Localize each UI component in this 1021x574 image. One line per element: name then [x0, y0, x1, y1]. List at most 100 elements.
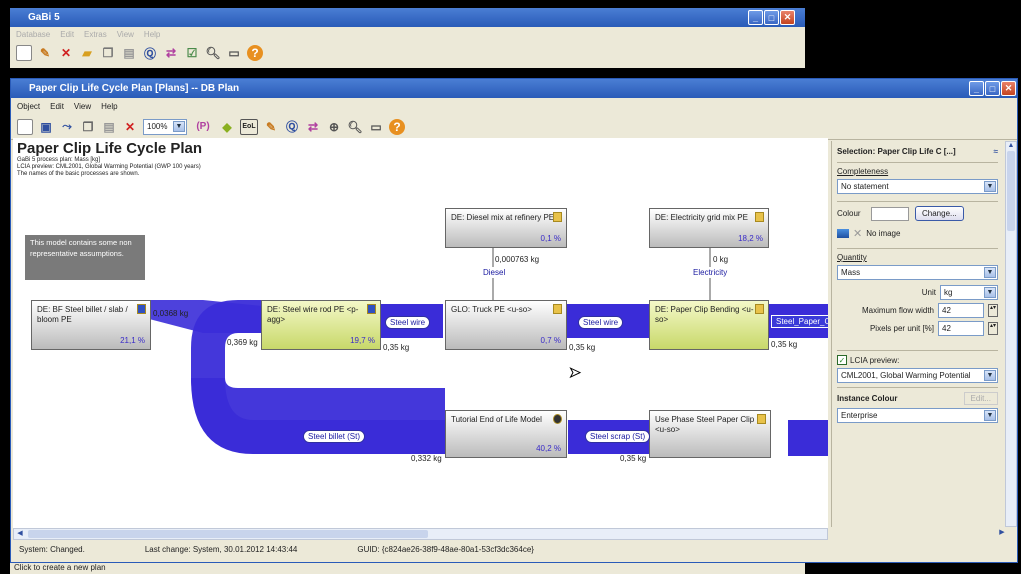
vertical-scrollbar[interactable]: ▲ [1005, 141, 1017, 527]
menu-edit[interactable]: Edit [60, 30, 74, 39]
flow-label-steel-wire-1[interactable]: Steel wire [385, 316, 431, 329]
process-icon[interactable]: (P) [192, 119, 214, 135]
spinner-icon[interactable]: ▴▾ [988, 304, 998, 317]
print-plan-icon[interactable]: ▭ [368, 119, 384, 135]
process-use-phase[interactable]: Use Phase Steel Paper Clip <u-so> [649, 410, 771, 458]
lcia-select[interactable]: CML2001, Global Warming Potential ▼ [837, 368, 998, 383]
status-system: System: Changed. [19, 544, 85, 554]
connect-icon[interactable]: ⤳ [59, 119, 75, 135]
flow-label-steel-scrap[interactable]: Steel scrap (St) [585, 430, 651, 443]
colour-swatch[interactable] [871, 206, 909, 221]
zoom-select[interactable]: 100% ▼ [143, 118, 187, 135]
process-bf-steel[interactable]: DE: BF Steel billet / slab / bloom PE 21… [31, 300, 151, 350]
delete-icon[interactable]: ✕ [58, 45, 74, 61]
flow-label-diesel[interactable]: Diesel [479, 267, 510, 278]
edit-icon[interactable]: ✎ [37, 45, 53, 61]
plan-minimize-button[interactable]: _ [969, 81, 984, 96]
instance-label: Instance Colour [837, 394, 898, 403]
change-colour-button[interactable]: Change... [915, 206, 964, 221]
process-bending[interactable]: DE: Paper Clip Bending <u-so> [649, 300, 769, 350]
plan-close-button[interactable]: ✕ [1001, 81, 1016, 96]
process-wire-rod[interactable]: DE: Steel wire rod PE <p-agg> 19,7 % [261, 300, 381, 350]
scroll-thumb[interactable] [28, 530, 428, 538]
flow-label-steel-billet[interactable]: Steel billet (St) [303, 430, 366, 443]
scroll-v-thumb[interactable] [1007, 151, 1015, 231]
flow-label-electricity[interactable]: Electricity [689, 267, 732, 278]
query-plan-icon[interactable]: Ⓠ [284, 119, 300, 135]
query-icon[interactable]: Ⓠ [142, 45, 158, 61]
process-truck[interactable]: GLO: Truck PE <u-so> 0,7 % [445, 300, 567, 350]
comment-icon[interactable]: ◆ [219, 119, 235, 135]
chart-icon[interactable]: ☑ [184, 45, 200, 61]
lcia-checkbox[interactable]: ✓ [837, 355, 847, 365]
copy-plan-icon[interactable]: ❐ [80, 119, 96, 135]
process-eol[interactable]: Tutorial End of Life Model 40,2 % [445, 410, 567, 458]
horizontal-scrollbar[interactable]: ◀ [13, 528, 828, 540]
process-plan-icon [367, 304, 376, 314]
main-close-button[interactable]: ✕ [780, 10, 795, 25]
process-name: Tutorial End of Life Model [451, 415, 542, 424]
scroll-right-icon[interactable]: ▶ [996, 528, 1008, 540]
plan-canvas[interactable]: Paper Clip Life Cycle Plan GaBi 5 proces… [13, 138, 828, 528]
main-maximize-button[interactable]: □ [764, 10, 779, 25]
menu-plan-edit[interactable]: Edit [50, 102, 64, 111]
menu-extras[interactable]: Extras [84, 30, 107, 39]
process-plan-icon [553, 212, 562, 222]
copy-icon[interactable]: ❐ [100, 45, 116, 61]
print-icon[interactable]: ▭ [226, 45, 242, 61]
new-plan-icon[interactable] [17, 118, 33, 135]
edit-button[interactable]: Edit... [963, 392, 998, 405]
paste-icon[interactable]: ▤ [121, 45, 137, 61]
quantity-select[interactable]: Mass ▼ [837, 265, 998, 280]
flow-label-steel-wire-2[interactable]: Steel wire [578, 316, 624, 329]
new-icon[interactable] [16, 45, 32, 61]
menu-plan-help[interactable]: Help [101, 102, 117, 111]
chevron-down-icon: ▼ [173, 120, 185, 132]
plan-maximize-button[interactable]: □ [985, 81, 1000, 96]
colour-label: Colour [837, 209, 861, 218]
bottom-status-text: Click to create a new plan [14, 563, 106, 572]
process-name: GLO: Truck PE <u-so> [451, 305, 532, 314]
instance-select[interactable]: Enterprise ▼ [837, 408, 998, 423]
search-icon[interactable]: 🔍︎ [205, 45, 221, 61]
max-flow-row: Maximum flow width 42 ▴▾ [837, 303, 998, 318]
main-minimize-button[interactable]: _ [748, 10, 763, 25]
amount-label: 0,35 kg [771, 340, 798, 349]
chevron-down-icon: ▼ [984, 267, 996, 278]
menu-view[interactable]: View [117, 30, 134, 39]
arrows-plan-icon[interactable]: ⇄ [305, 119, 321, 135]
delete-plan-icon[interactable]: ✕ [122, 119, 138, 135]
properties-panel: Selection: Paper Clip Life C [...] ≈ Com… [831, 141, 1003, 527]
completeness-select[interactable]: No statement ▼ [837, 179, 998, 194]
plan-toolbar: ▣ ⤳ ❐ ▤ ✕ 100% ▼ (P) ◆ EoL ✎ Ⓠ ⇄ ⊕ 🔍︎ ▭ … [11, 114, 1017, 140]
collapse-icon[interactable]: ≈ [994, 147, 998, 156]
flow-label-steel-paper[interactable]: Steel_Paper_C [771, 315, 828, 328]
menu-database[interactable]: Database [16, 30, 50, 39]
paste-plan-icon[interactable]: ▤ [101, 119, 117, 135]
unit-select[interactable]: kg ▼ [940, 285, 998, 300]
process-diesel[interactable]: DE: Diesel mix at refinery PE 0,1 % [445, 208, 567, 248]
pixels-label: Pixels per unit [%] [869, 324, 934, 333]
pencil-icon[interactable]: ✎ [263, 119, 279, 135]
scroll-up-icon[interactable]: ▲ [1006, 142, 1016, 149]
search-plan-icon[interactable]: 🔍︎ [347, 119, 363, 135]
help-icon[interactable]: ? [247, 45, 263, 61]
save-icon[interactable]: ▣ [38, 119, 54, 135]
image-icon[interactable] [837, 229, 849, 238]
pixels-input[interactable]: 42 [938, 321, 984, 336]
zoom-in-icon[interactable]: ⊕ [326, 119, 342, 135]
help-plan-icon[interactable]: ? [389, 118, 405, 135]
eol-icon[interactable]: EoL [240, 118, 258, 135]
arrows-icon[interactable]: ⇄ [163, 45, 179, 61]
menu-object[interactable]: Object [17, 102, 40, 111]
process-electricity[interactable]: DE: Electricity grid mix PE 18,2 % [649, 208, 769, 248]
menu-plan-view[interactable]: View [74, 102, 91, 111]
pixels-value: 42 [942, 324, 951, 333]
spinner-icon[interactable]: ▴▾ [988, 322, 998, 335]
remove-image-icon[interactable]: ✕ [853, 227, 862, 240]
scroll-left-icon[interactable]: ◀ [14, 529, 26, 539]
mouse-cursor-icon: ➤ [569, 364, 582, 381]
folder-icon[interactable]: ▰ [79, 45, 95, 61]
max-flow-input[interactable]: 42 [938, 303, 984, 318]
menu-help[interactable]: Help [144, 30, 160, 39]
